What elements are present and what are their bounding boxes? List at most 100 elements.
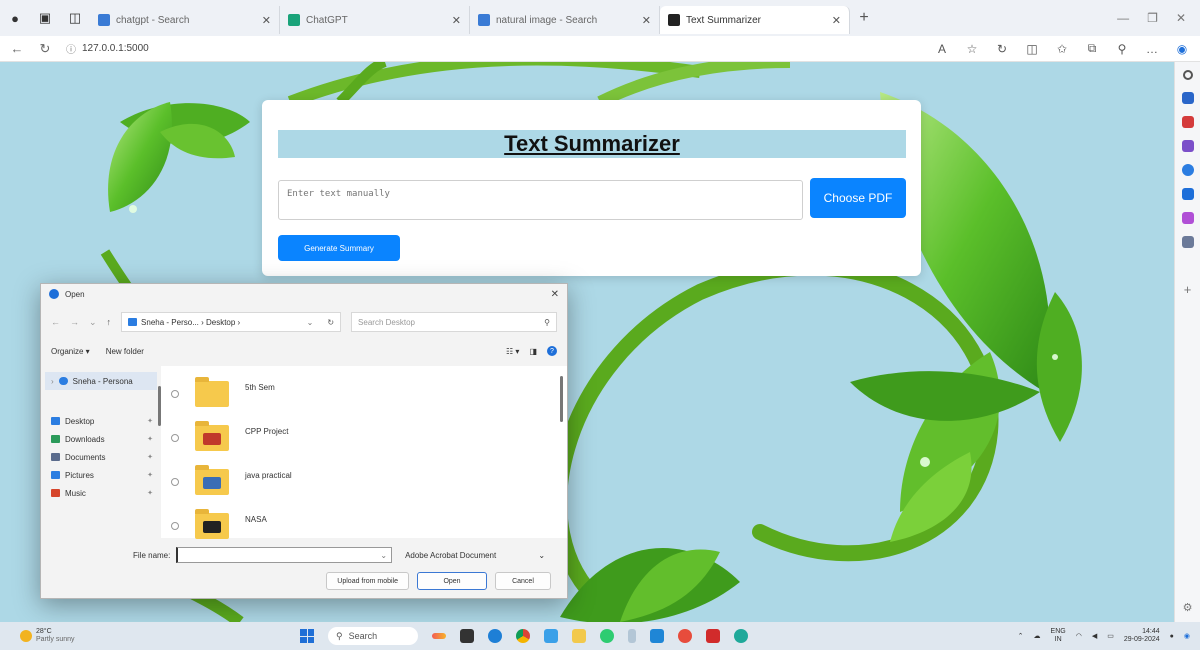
expand-icon[interactable]: › — [51, 377, 54, 386]
send-icon[interactable] — [1181, 236, 1194, 248]
collections-icon[interactable]: ⧉ — [1084, 41, 1100, 56]
read-aloud-icon[interactable]: A — [934, 42, 950, 56]
browser-tab[interactable]: natural image - Search ✕ — [470, 6, 660, 34]
pin-icon[interactable]: ✦ — [147, 471, 157, 479]
close-tab-icon[interactable]: ✕ — [452, 14, 461, 27]
pin-icon[interactable]: ✦ — [147, 489, 157, 497]
up-arrow-icon[interactable]: ↑ — [107, 317, 112, 327]
refresh-extension-icon[interactable]: ↻ — [994, 42, 1010, 56]
text-input-area[interactable] — [278, 180, 803, 220]
quick-access-item[interactable]: Desktop ✦ — [45, 412, 157, 430]
taskbar-search[interactable]: ⚲ Search — [328, 627, 418, 645]
filename-dropdown-icon[interactable]: ⌄ — [380, 551, 387, 560]
copilot-tray-icon[interactable]: ◉ — [1184, 632, 1190, 640]
sidebar-settings-icon[interactable]: ⚙ — [1183, 601, 1193, 614]
copilot-icon[interactable]: ◉ — [1174, 42, 1190, 56]
clock[interactable]: 14:44 29-09-2024 — [1124, 628, 1160, 644]
widgets-icon[interactable] — [432, 633, 446, 639]
tab-actions-icon[interactable]: ◫ — [60, 0, 90, 36]
files-icon[interactable] — [544, 629, 558, 643]
pin-icon[interactable]: ✦ — [147, 435, 157, 443]
favorite-star-icon[interactable]: ☆ — [964, 42, 980, 56]
upload-from-mobile-button[interactable]: Upload from mobile — [326, 572, 409, 590]
profile-icon[interactable]: ● — [0, 0, 30, 36]
quick-access-item[interactable]: Downloads ✦ — [45, 430, 157, 448]
new-tab-button[interactable]: + — [850, 4, 878, 32]
app-green-icon[interactable] — [600, 629, 614, 643]
edge-icon[interactable] — [488, 629, 502, 643]
add-sidebar-icon[interactable]: + — [1184, 282, 1192, 297]
cancel-button[interactable]: Cancel — [495, 572, 551, 590]
file-row[interactable]: java practical — [171, 460, 557, 504]
file-row[interactable]: 5th Sem — [171, 372, 557, 416]
weather-widget[interactable]: 28°C Partly sunny — [0, 628, 300, 644]
help-icon[interactable]: ? — [547, 346, 557, 356]
games-icon[interactable] — [1181, 140, 1194, 152]
workspaces-icon[interactable]: ▣ — [30, 0, 60, 36]
wifi-icon[interactable]: ◠ — [1076, 632, 1082, 640]
extensions-icon[interactable]: ⚲ — [1114, 42, 1130, 56]
file-explorer-icon[interactable] — [572, 629, 586, 643]
browser-tab[interactable]: chatgpt - Search ✕ — [90, 6, 280, 34]
filename-input[interactable] — [176, 547, 393, 563]
back-arrow-icon[interactable]: ← — [51, 317, 60, 327]
notification-icon[interactable]: ● — [1170, 633, 1174, 640]
app-pen-icon[interactable] — [628, 629, 636, 643]
organize-menu[interactable]: Organize ▾ — [51, 347, 90, 356]
quick-access-item[interactable]: Documents ✦ — [45, 448, 157, 466]
close-tab-icon[interactable]: ✕ — [642, 14, 651, 27]
acrobat-icon[interactable] — [706, 629, 720, 643]
battery-icon[interactable]: ▭ — [1107, 632, 1114, 640]
new-folder-button[interactable]: New folder — [106, 347, 144, 356]
quick-access-item[interactable]: Music ✦ — [45, 484, 157, 502]
path-breadcrumb[interactable]: Sneha - Perso... › Desktop › ⌄ ↻ — [121, 312, 342, 332]
path-dropdown-icon[interactable]: ⌄ — [307, 318, 314, 327]
search-icon[interactable] — [1182, 70, 1193, 80]
close-tab-icon[interactable]: ✕ — [262, 14, 271, 27]
more-icon[interactable]: … — [1144, 42, 1160, 56]
generate-summary-button[interactable]: Generate Summary — [278, 235, 400, 261]
select-checkbox[interactable] — [171, 522, 179, 530]
onedrive-tray-icon[interactable]: ☁ — [1034, 632, 1041, 640]
file-row[interactable]: CPP Project — [171, 416, 557, 460]
tray-chevron-icon[interactable]: ⌃ — [1018, 632, 1024, 640]
url-field[interactable]: ⓘ 127.0.0.1:5000 — [66, 41, 920, 56]
designer-icon[interactable] — [1181, 212, 1194, 224]
back-icon[interactable]: ← — [10, 41, 24, 56]
pin-icon[interactable]: ✦ — [147, 453, 157, 461]
tag-icon[interactable] — [1181, 92, 1194, 104]
close-icon[interactable]: ✕ — [551, 289, 559, 300]
dialog-search-field[interactable]: Search Desktop ⚲ — [351, 312, 557, 332]
refresh-icon[interactable]: ↻ — [327, 318, 334, 327]
file-list-scrollbar[interactable] — [560, 376, 563, 422]
vscode-icon[interactable] — [650, 629, 664, 643]
select-checkbox[interactable] — [171, 434, 179, 442]
close-tab-icon[interactable]: ✕ — [832, 14, 841, 27]
chevron-down-icon[interactable]: ⌄ — [89, 317, 97, 328]
volume-icon[interactable]: ◀ — [1092, 632, 1097, 640]
nav-item-onedrive[interactable]: › Sneha - Persona — [45, 372, 157, 390]
app-teal-icon[interactable] — [734, 629, 748, 643]
refresh-icon[interactable]: ↻ — [38, 41, 52, 57]
info-icon[interactable]: ⓘ — [66, 41, 76, 56]
select-checkbox[interactable] — [171, 390, 179, 398]
choose-pdf-button[interactable]: Choose PDF — [810, 178, 906, 218]
favorites-icon[interactable]: ✩ — [1054, 42, 1070, 56]
language-indicator[interactable]: ENG IN — [1051, 628, 1066, 644]
browser-tab[interactable]: Text Summarizer ✕ — [660, 6, 850, 34]
chrome-second-icon[interactable] — [678, 629, 692, 643]
split-screen-icon[interactable]: ◫ — [1024, 42, 1040, 56]
filetype-select[interactable]: Adobe Acrobat Document ⌄ — [399, 547, 551, 563]
preview-pane-icon[interactable]: ◨ — [529, 347, 537, 356]
outlook-icon[interactable] — [1181, 188, 1194, 200]
office-icon[interactable] — [1181, 164, 1194, 176]
pin-icon[interactable]: ✦ — [147, 417, 157, 425]
toolbox-icon[interactable] — [1181, 116, 1194, 128]
start-icon[interactable] — [300, 629, 314, 643]
browser-tab[interactable]: ChatGPT ✕ — [280, 6, 470, 34]
select-checkbox[interactable] — [171, 478, 179, 486]
chrome-icon[interactable] — [516, 629, 530, 643]
minimize-icon[interactable]: — — [1117, 11, 1129, 25]
view-mode-icon[interactable]: ☷ ▾ — [506, 347, 519, 356]
close-window-icon[interactable]: ✕ — [1176, 11, 1186, 25]
